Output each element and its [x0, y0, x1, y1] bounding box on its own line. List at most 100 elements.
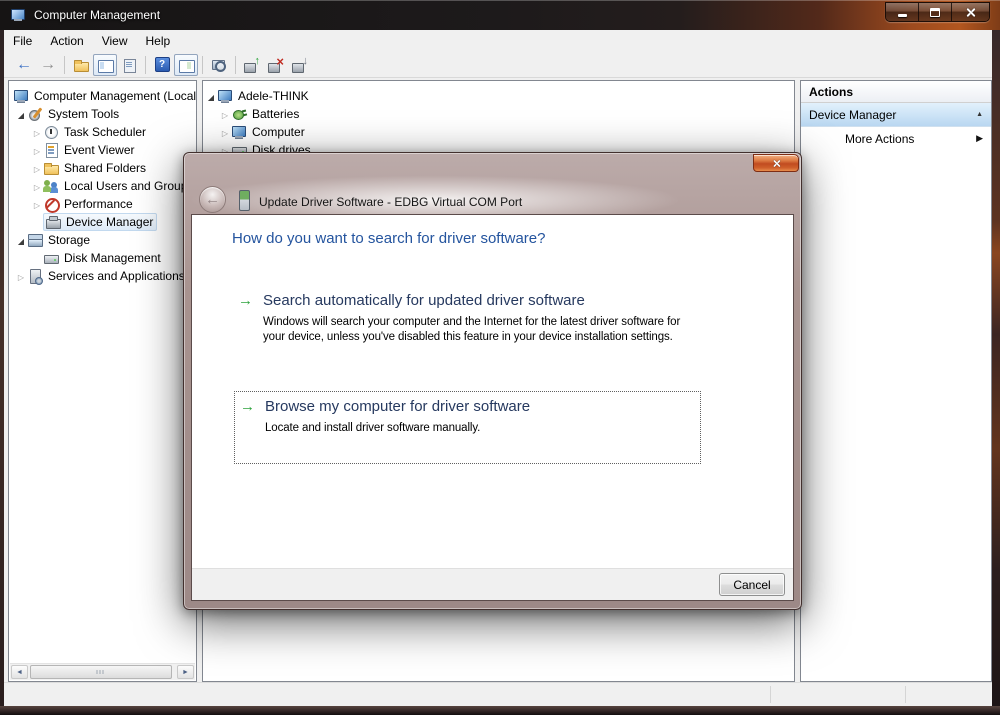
window-titlebar[interactable]: Computer Management [0, 0, 1000, 30]
expander-icon[interactable] [15, 270, 27, 282]
update-driver-dialog: ← Update Driver Software - EDBG Virtual … [183, 152, 802, 610]
dialog-back-button[interactable]: ← [199, 186, 226, 213]
tree-item-event-viewer[interactable]: Event Viewer [9, 141, 196, 159]
cancel-button[interactable]: Cancel [719, 573, 785, 596]
status-bar-separator [770, 686, 771, 703]
option-search-automatically[interactable]: → Search automatically for updated drive… [238, 291, 718, 345]
shared-folders-icon [43, 160, 59, 176]
show-console-tree-button[interactable] [93, 54, 117, 76]
minimize-button[interactable] [886, 3, 919, 21]
chevron-right-icon: ▶ [976, 133, 983, 144]
battery-icon [231, 106, 247, 122]
actions-panel: Actions Device Manager ▲ More Actions ▶ [800, 80, 992, 682]
expander-icon[interactable] [31, 144, 43, 156]
expander-icon[interactable] [219, 126, 231, 138]
system-tools-icon [27, 106, 43, 122]
actions-panel-header: Actions [801, 81, 991, 103]
dialog-main: How do you want to search for driver sof… [191, 214, 794, 601]
event-viewer-icon [43, 142, 59, 158]
tree-item-task-scheduler[interactable]: Task Scheduler [9, 123, 196, 141]
export-list-button[interactable] [69, 54, 93, 76]
menu-help[interactable]: Help [137, 32, 180, 50]
window-border-right [992, 30, 1000, 706]
menu-view[interactable]: View [93, 32, 137, 50]
tree-item-device-manager[interactable]: Device Manager [9, 213, 196, 231]
scroll-left-button[interactable]: ◄ [11, 665, 28, 679]
expander-icon[interactable] [31, 198, 43, 210]
expander-icon[interactable] [219, 108, 231, 120]
show-action-pane-icon [178, 57, 194, 73]
console-tree-panel: Computer Management (Local) System Tools… [8, 80, 197, 682]
minimize-icon [898, 14, 907, 17]
actions-group-device-manager[interactable]: Device Manager ▲ [801, 103, 991, 127]
option-browse-computer[interactable]: → Browse my computer for driver software… [240, 397, 690, 436]
forward-icon: → [40, 57, 56, 73]
toolbar-separator [64, 56, 65, 74]
computer-icon [217, 88, 233, 104]
task-scheduler-icon [43, 124, 59, 140]
back-arrow-icon: ← [205, 191, 220, 208]
window-border-bottom [0, 706, 1000, 715]
menu-file[interactable]: File [4, 32, 41, 50]
close-button[interactable] [952, 3, 989, 21]
back-button[interactable]: ← [12, 54, 36, 76]
expander-icon[interactable] [205, 90, 217, 102]
tree-item-shared-folders[interactable]: Shared Folders [9, 159, 196, 177]
back-icon: ← [16, 57, 32, 73]
properties-button[interactable] [117, 54, 141, 76]
expander-icon[interactable] [15, 234, 27, 246]
toolbar-separator [235, 56, 236, 74]
tree-item-disk-management[interactable]: Disk Management [9, 249, 196, 267]
maximize-icon [930, 8, 940, 17]
disable-device-button[interactable] [288, 54, 312, 76]
tree-item-performance[interactable]: Performance [9, 195, 196, 213]
device-manager-icon [45, 214, 61, 230]
uninstall-device-icon [268, 57, 284, 73]
window-title: Computer Management [34, 8, 160, 22]
expander-icon[interactable] [15, 108, 27, 120]
toolbar: ← → [4, 52, 992, 78]
expander-icon[interactable] [31, 162, 43, 174]
show-action-pane-button[interactable] [174, 54, 198, 76]
update-driver-icon [244, 57, 260, 73]
expander-icon[interactable] [31, 180, 43, 192]
properties-icon [121, 57, 137, 73]
tree-item-computer[interactable]: Computer [203, 123, 794, 141]
tree-item-storage[interactable]: Storage [9, 231, 196, 249]
tree-item-computer-management[interactable]: Computer Management (Local) [9, 87, 196, 105]
tree-item-batteries[interactable]: Batteries [203, 105, 794, 123]
performance-icon [43, 196, 59, 212]
option-description: Locate and install driver software manua… [265, 421, 701, 436]
export-list-icon [73, 57, 89, 73]
more-actions-item[interactable]: More Actions ▶ [801, 127, 991, 150]
disable-device-icon [292, 57, 308, 73]
scrollbar-thumb[interactable] [30, 665, 172, 679]
green-arrow-icon: → [238, 291, 255, 311]
scroll-right-button[interactable]: ► [177, 665, 194, 679]
expander-icon[interactable] [31, 126, 43, 138]
update-driver-button[interactable] [240, 54, 264, 76]
tree-item-adele-think[interactable]: Adele-THINK [203, 87, 794, 105]
horizontal-scrollbar[interactable]: ◄ ► [10, 663, 195, 680]
uninstall-device-button[interactable] [264, 54, 288, 76]
chevron-up-icon[interactable]: ▲ [976, 111, 983, 118]
dialog-footer: Cancel [192, 568, 793, 600]
forward-button[interactable]: → [36, 54, 60, 76]
scan-hardware-changes-button[interactable] [207, 54, 231, 76]
help-icon [155, 57, 170, 72]
help-button[interactable] [150, 54, 174, 76]
tree-item-local-users-groups[interactable]: Local Users and Groups [9, 177, 196, 195]
driver-device-icon [239, 190, 250, 211]
services-applications-icon [27, 268, 43, 284]
maximize-button[interactable] [919, 3, 952, 21]
focus-rectangle: → Browse my computer for driver software… [234, 391, 701, 464]
option-title: Search automatically for updated driver … [263, 291, 699, 311]
tree-item-system-tools[interactable]: System Tools [9, 105, 196, 123]
menu-bar: File Action View Help [4, 30, 992, 52]
close-icon [965, 7, 976, 18]
dialog-title: Update Driver Software - EDBG Virtual CO… [259, 195, 522, 209]
dialog-body: How do you want to search for driver sof… [192, 215, 793, 568]
caption-buttons [885, 2, 990, 22]
tree-item-services-applications[interactable]: Services and Applications [9, 267, 196, 285]
menu-action[interactable]: Action [41, 32, 92, 50]
